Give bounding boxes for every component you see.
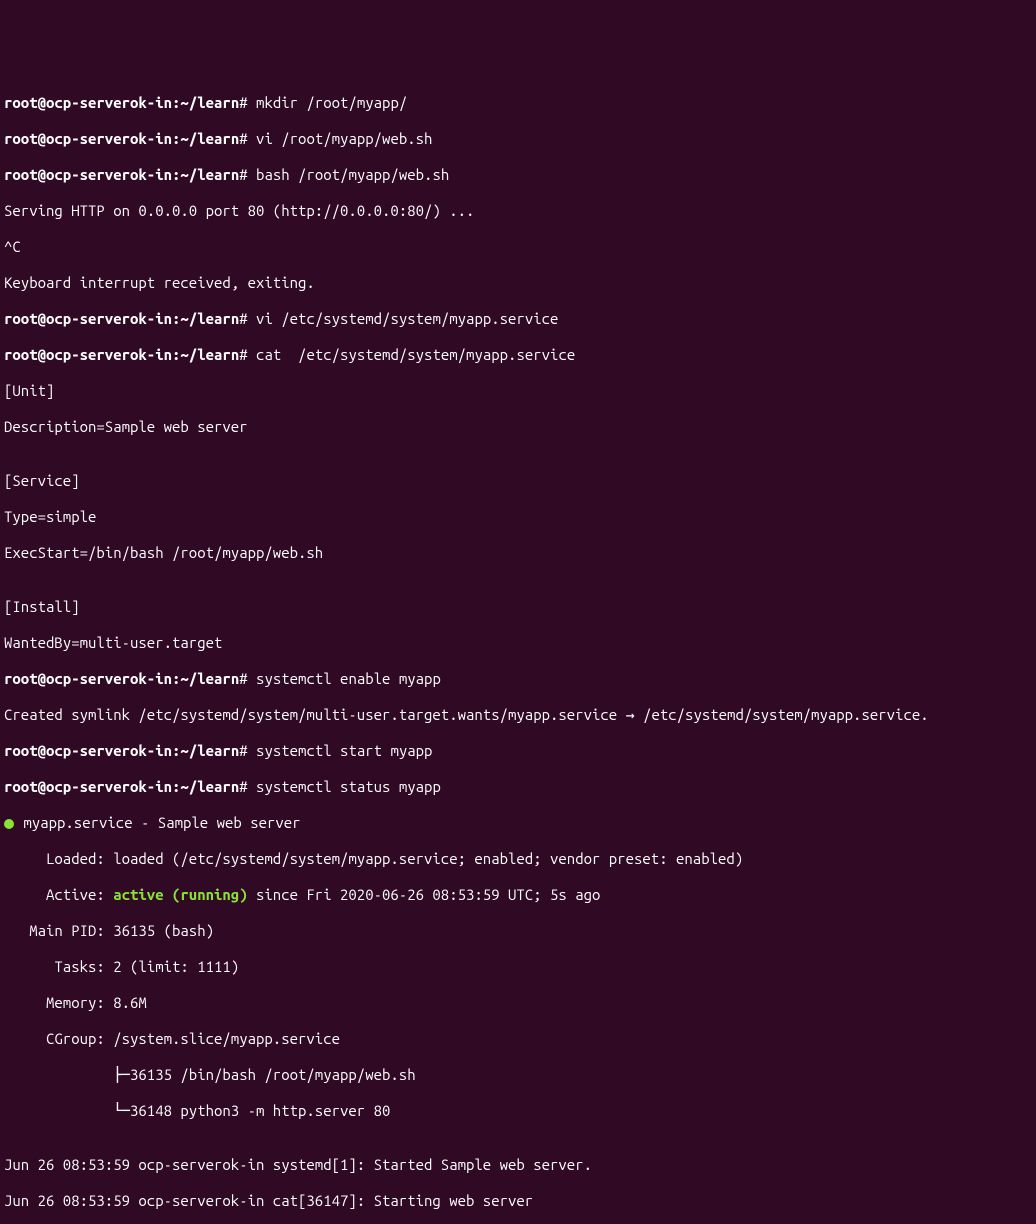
status-line: Memory: 8.6M [4, 994, 1032, 1012]
status-line: Main PID: 36135 (bash) [4, 922, 1032, 940]
terminal-line: root@ocp-serverok-in:~/learn# vi /etc/sy… [4, 310, 1032, 328]
log-line: Jun 26 08:53:59 ocp-serverok-in systemd[… [4, 1156, 1032, 1174]
terminal-line: root@ocp-serverok-in:~/learn# vi /root/m… [4, 130, 1032, 148]
terminal-line: root@ocp-serverok-in:~/learn# bash /root… [4, 166, 1032, 184]
command: vi /etc/systemd/system/myapp.service [256, 310, 558, 327]
status-line: Tasks: 2 (limit: 1111) [4, 958, 1032, 976]
command: systemctl enable myapp [256, 670, 441, 687]
output-line: Description=Sample web server [4, 418, 1032, 436]
output-line: [Service] [4, 472, 1032, 490]
output-line: Created symlink /etc/systemd/system/mult… [4, 706, 1032, 724]
terminal[interactable]: root@ocp-serverok-in:~/learn# mkdir /roo… [4, 76, 1032, 1224]
command: vi /root/myapp/web.sh [256, 130, 432, 147]
status-dot-icon [4, 819, 14, 829]
output-line: Serving HTTP on 0.0.0.0 port 80 (http://… [4, 202, 1032, 220]
command: systemctl status myapp [256, 778, 441, 795]
output-line: Type=simple [4, 508, 1032, 526]
status-line: └─36148 python3 -m http.server 80 [4, 1102, 1032, 1120]
log-line: Jun 26 08:53:59 ocp-serverok-in cat[3614… [4, 1192, 1032, 1210]
output-line: [Unit] [4, 382, 1032, 400]
terminal-line: root@ocp-serverok-in:~/learn# cat /etc/s… [4, 346, 1032, 364]
status-line: Active: active (running) since Fri 2020-… [4, 886, 1032, 904]
command: mkdir /root/myapp/ [256, 94, 407, 111]
output-line: [Install] [4, 598, 1032, 616]
output-line: ExecStart=/bin/bash /root/myapp/web.sh [4, 544, 1032, 562]
status-active: active (running) [113, 886, 247, 903]
status-line: Loaded: loaded (/etc/systemd/system/myap… [4, 850, 1032, 868]
output-line: Keyboard interrupt received, exiting. [4, 274, 1032, 292]
terminal-line: root@ocp-serverok-in:~/learn# systemctl … [4, 670, 1032, 688]
command: bash /root/myapp/web.sh [256, 166, 449, 183]
terminal-line: root@ocp-serverok-in:~/learn# systemctl … [4, 742, 1032, 760]
terminal-line: root@ocp-serverok-in:~/learn# mkdir /roo… [4, 94, 1032, 112]
terminal-line: root@ocp-serverok-in:~/learn# systemctl … [4, 778, 1032, 796]
command: systemctl start myapp [256, 742, 432, 759]
status-line: myapp.service - Sample web server [4, 814, 1032, 832]
arrow-icon: → [626, 706, 635, 723]
prompt-userhost: root@ocp-serverok-in [4, 94, 172, 111]
prompt-path: ~/learn [180, 94, 239, 111]
status-line: CGroup: /system.slice/myapp.service [4, 1030, 1032, 1048]
status-line: ├─36135 /bin/bash /root/myapp/web.sh [4, 1066, 1032, 1084]
output-line: ^C [4, 238, 1032, 256]
command: cat /etc/systemd/system/myapp.service [256, 346, 575, 363]
output-line: WantedBy=multi-user.target [4, 634, 1032, 652]
